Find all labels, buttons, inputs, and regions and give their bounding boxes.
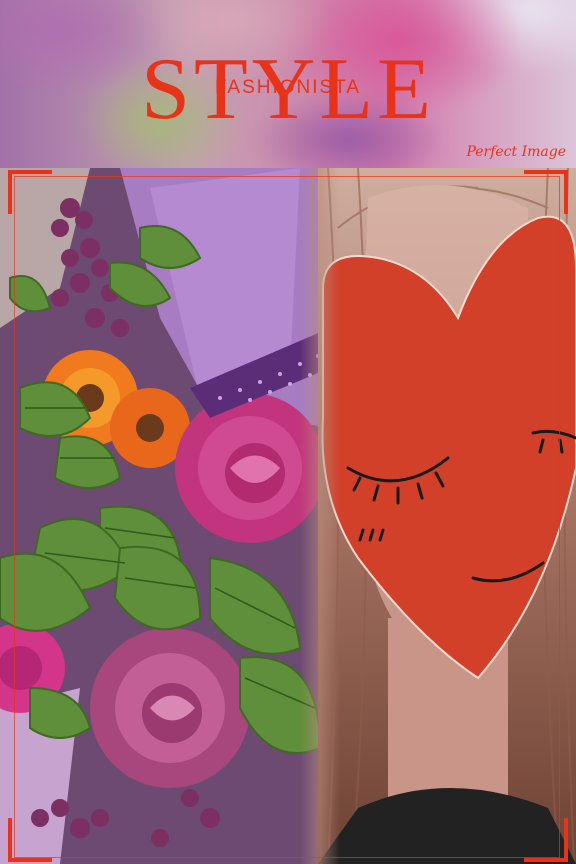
frame-corner-top-left [8, 170, 52, 214]
frame-border [14, 176, 560, 858]
photo-template: STYLE FASHIONISTA Perfect Image [0, 0, 576, 864]
frame-corner-bottom-right [524, 818, 568, 862]
tagline: Perfect Image [466, 144, 566, 160]
header: STYLE FASHIONISTA Perfect Image [0, 0, 576, 170]
logo: STYLE FASHIONISTA [0, 40, 576, 140]
frame-corner-top-right [524, 170, 568, 214]
frame-corner-bottom-left [8, 818, 52, 862]
logo-sub-text: FASHIONISTA [214, 77, 362, 98]
